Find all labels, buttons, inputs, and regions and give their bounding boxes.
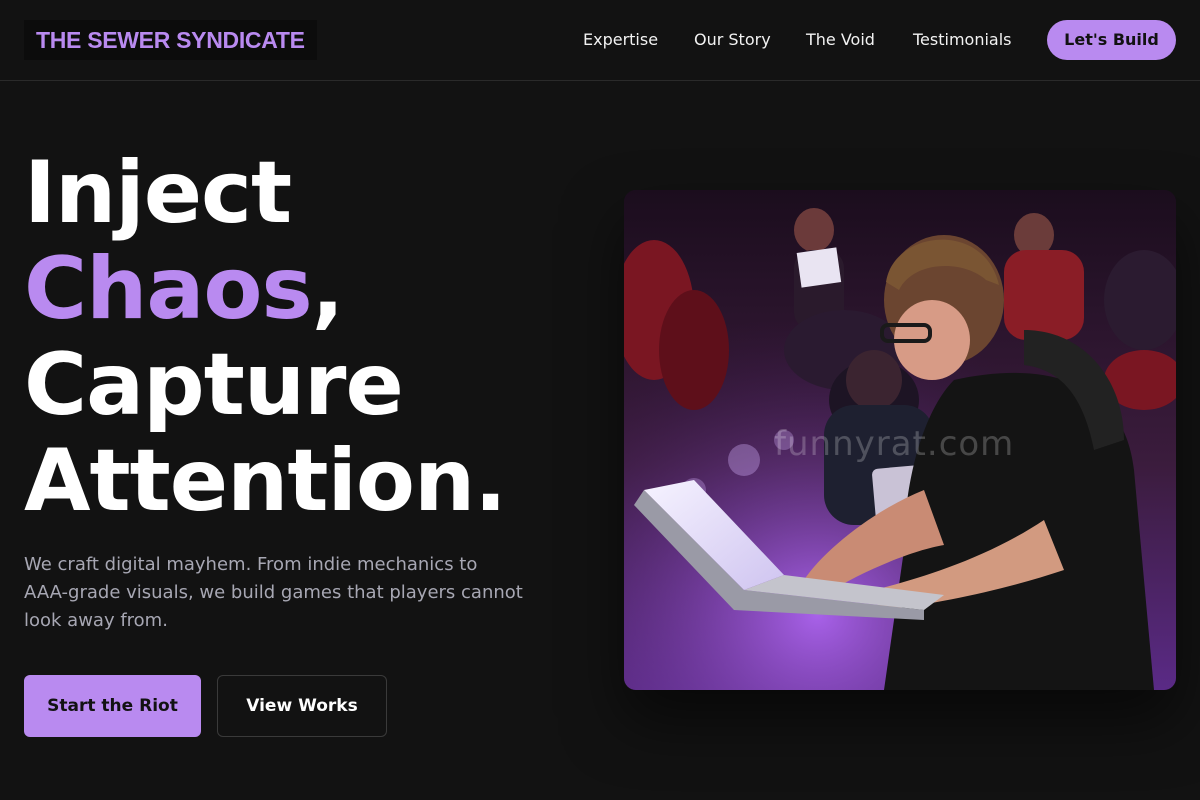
nav-link-expertise[interactable]: Expertise	[583, 29, 658, 51]
headline-line-2: Chaos,	[24, 241, 584, 337]
nav-link-testimonials[interactable]: Testimonials	[913, 29, 1012, 51]
headline-accent-word: Chaos	[24, 239, 313, 339]
headline-line-1: Inject	[24, 143, 292, 243]
headline-comma: ,	[311, 239, 345, 339]
view-works-button[interactable]: View Works	[217, 675, 387, 737]
top-navbar: THE SEWER SYNDICATE Expertise Our Story …	[0, 0, 1200, 81]
start-the-riot-button[interactable]: Start the Riot	[24, 675, 201, 737]
hero-photo: funnyrat.com	[624, 190, 1176, 690]
hero-headline: Inject Chaos, Capture Attention.	[24, 145, 584, 529]
landing-page: THE SEWER SYNDICATE Expertise Our Story …	[0, 0, 1200, 800]
lets-build-button[interactable]: Let's Build	[1047, 20, 1176, 60]
headline-line-4: Attention.	[24, 431, 507, 531]
image-watermark: funnyrat.com	[774, 424, 1015, 464]
nav-link-our-story[interactable]: Our Story	[694, 29, 771, 51]
hero-subtext: We craft digital mayhem. From indie mech…	[24, 554, 523, 631]
nav-links: Expertise Our Story The Void Testimonial…	[0, 29, 1200, 51]
nav-link-the-void[interactable]: The Void	[806, 29, 875, 51]
headline-line-3: Capture	[24, 335, 404, 435]
